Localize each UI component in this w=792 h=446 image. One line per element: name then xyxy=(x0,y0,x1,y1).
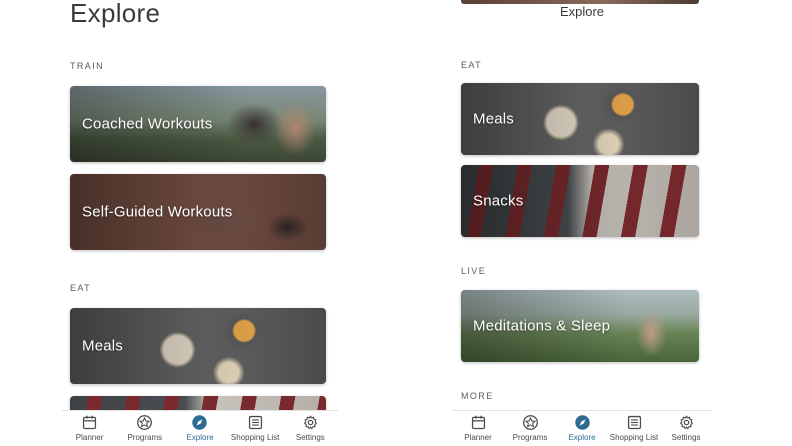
page-title: Explore xyxy=(70,0,161,28)
card-label: Meals xyxy=(82,337,124,355)
card-meals[interactable]: Meals xyxy=(461,83,699,155)
nav-explore[interactable]: Explore xyxy=(174,414,226,442)
gear-icon xyxy=(303,415,317,430)
nav-settings[interactable]: Settings xyxy=(660,414,712,442)
card-label: Meals xyxy=(473,110,515,128)
nav-label: Shopping List xyxy=(230,433,280,442)
compass-icon xyxy=(192,415,208,430)
star-badge-icon xyxy=(137,415,153,430)
bottom-nav: Planner Programs Explore Shopping List S… xyxy=(452,410,712,446)
nav-label: Planner xyxy=(464,433,492,442)
card-snacks[interactable]: Snacks xyxy=(461,165,699,237)
nav-label: Programs xyxy=(127,433,163,442)
card-meditations-sleep[interactable]: Meditations & Sleep xyxy=(461,290,699,362)
nav-settings[interactable]: Settings xyxy=(284,414,336,442)
card-coached-workouts[interactable]: Coached Workouts xyxy=(70,86,326,162)
compass-icon xyxy=(574,415,590,430)
card-self-guided-workouts[interactable]: Self-Guided Workouts xyxy=(70,174,326,250)
nav-shopping-list[interactable]: Shopping List xyxy=(608,414,660,442)
section-live-heading: LIVE xyxy=(461,266,487,276)
star-badge-icon xyxy=(522,415,538,430)
nav-explore[interactable]: Explore xyxy=(556,414,608,442)
card-label: Meditations & Sleep xyxy=(473,317,611,335)
nav-label: Explore xyxy=(186,433,214,442)
section-more-heading: MORE xyxy=(461,391,494,401)
section-train-heading: TRAIN xyxy=(70,61,104,71)
right-screen: Explore EAT Meals Snacks LIVE Meditation… xyxy=(452,0,712,446)
nav-shopping-list[interactable]: Shopping List xyxy=(229,414,281,442)
card-label: Self-Guided Workouts xyxy=(82,203,233,221)
calendar-icon xyxy=(471,415,485,430)
card-meals[interactable]: Meals xyxy=(70,308,326,384)
nav-label: Settings xyxy=(671,433,701,442)
nav-label: Programs xyxy=(512,433,548,442)
nav-label: Explore xyxy=(568,433,596,442)
section-eat-heading: EAT xyxy=(70,283,92,293)
left-screen: Explore TRAIN Coached Workouts Self-Guid… xyxy=(62,0,338,446)
gear-icon xyxy=(679,415,693,430)
nav-planner[interactable]: Planner xyxy=(64,414,116,442)
nav-programs[interactable]: Programs xyxy=(504,414,556,442)
section-eat-heading: EAT xyxy=(461,60,483,70)
nav-planner[interactable]: Planner xyxy=(452,414,504,442)
nav-label: Shopping List xyxy=(609,433,659,442)
header-title: Explore xyxy=(559,4,605,19)
bottom-nav: Planner Programs Explore Shopping List S… xyxy=(62,410,338,446)
list-icon xyxy=(627,415,641,430)
calendar-icon xyxy=(83,415,97,430)
nav-label: Settings xyxy=(295,433,325,442)
list-icon xyxy=(248,415,262,430)
card-label: Coached Workouts xyxy=(82,115,213,133)
card-label: Snacks xyxy=(473,192,524,210)
nav-label: Planner xyxy=(75,433,104,442)
nav-programs[interactable]: Programs xyxy=(119,414,171,442)
